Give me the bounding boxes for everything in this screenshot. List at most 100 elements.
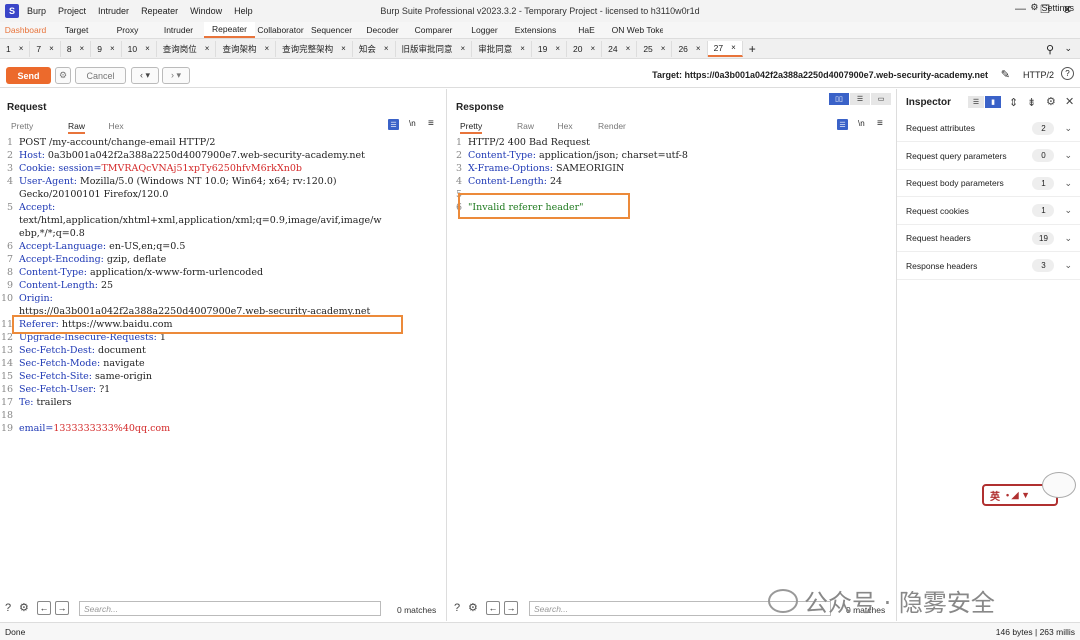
- pane-divider[interactable]: [446, 89, 447, 621]
- menu-burp[interactable]: Burp: [27, 6, 46, 16]
- tab-dashboard[interactable]: Dashboard: [0, 22, 51, 38]
- help-icon[interactable]: ?: [1061, 67, 1074, 80]
- request-prev-match-icon[interactable]: ←: [37, 601, 51, 615]
- response-view-render[interactable]: Render: [598, 121, 626, 131]
- request-next-match-icon[interactable]: →: [55, 601, 69, 615]
- http-version-label[interactable]: HTTP/2: [1023, 70, 1054, 80]
- search-icon[interactable]: ⚲: [1046, 43, 1054, 56]
- request-newline-icon[interactable]: \n: [409, 119, 416, 128]
- repeater-tab[interactable]: 7 ×: [30, 40, 61, 57]
- tab-sequencer[interactable]: Sequencer: [306, 22, 357, 38]
- close-tab-icon[interactable]: ×: [80, 44, 85, 53]
- request-menu-icon[interactable]: ≡: [428, 118, 434, 129]
- menu-project[interactable]: Project: [58, 6, 86, 16]
- forward-history-button[interactable]: › ▾: [162, 67, 190, 84]
- repeater-tab[interactable]: 20 ×: [567, 40, 603, 57]
- response-wrap-icon[interactable]: ☰: [837, 119, 848, 130]
- chevron-down-icon[interactable]: ⌄: [1064, 43, 1072, 54]
- layout-toggle[interactable]: ▯▯ ☰ ▭: [829, 93, 891, 105]
- repeater-tab[interactable]: 25 ×: [637, 40, 673, 57]
- response-view-pretty[interactable]: Pretty: [460, 121, 483, 134]
- tab-decoder[interactable]: Decoder: [357, 22, 408, 38]
- menu-help[interactable]: Help: [234, 6, 253, 16]
- chevron-down-icon[interactable]: ⌄: [1064, 178, 1072, 189]
- repeater-tab[interactable]: 知会 ×: [353, 40, 396, 57]
- close-tab-icon[interactable]: ×: [19, 44, 24, 53]
- repeater-tab[interactable]: 1 ×: [0, 40, 31, 57]
- repeater-tab[interactable]: 26 ×: [672, 40, 708, 57]
- repeater-tab[interactable]: 9 ×: [91, 40, 122, 57]
- chevron-down-icon[interactable]: ⌄: [1064, 233, 1072, 244]
- menu-intruder[interactable]: Intruder: [98, 6, 129, 16]
- repeater-tab[interactable]: 查询岗位 ×: [157, 40, 217, 57]
- edit-target-icon[interactable]: ✎: [1001, 68, 1010, 81]
- tab-logger[interactable]: Logger: [459, 22, 510, 38]
- inspector-request-attributes[interactable]: Request attributes 2 ⌄: [897, 115, 1080, 142]
- request-view-raw[interactable]: Raw: [68, 121, 86, 134]
- response-view-hex[interactable]: Hex: [558, 121, 573, 131]
- repeater-tab[interactable]: 27 ×: [707, 40, 743, 57]
- close-tab-icon[interactable]: ×: [49, 44, 54, 53]
- inspector-layout-toggle[interactable]: ☰ ▮: [968, 96, 1001, 108]
- settings-button[interactable]: ⚙ Settings: [1030, 2, 1074, 13]
- tab-collaborator[interactable]: Collaborator: [255, 22, 306, 38]
- close-tab-icon[interactable]: ×: [264, 44, 269, 53]
- tab-json-web-tokens[interactable]: JSON Web Tokens: [612, 22, 663, 38]
- split-vertical-icon[interactable]: ☰: [850, 93, 870, 105]
- repeater-tab[interactable]: 查询架构 ×: [216, 40, 277, 57]
- close-tab-icon[interactable]: ×: [520, 44, 525, 53]
- repeater-tab[interactable]: 19 ×: [532, 40, 568, 57]
- tabs-view-icon[interactable]: ▭: [871, 93, 891, 105]
- align-icon[interactable]: ⇕: [1009, 96, 1018, 109]
- close-tab-icon[interactable]: ×: [591, 44, 596, 53]
- inspector-request-body-parameters[interactable]: Request body parameters 1 ⌄: [897, 170, 1080, 197]
- close-tab-icon[interactable]: ×: [110, 44, 115, 53]
- tab-comparer[interactable]: Comparer: [408, 22, 459, 38]
- send-settings-gear-icon[interactable]: ⚙: [55, 67, 71, 84]
- repeater-tab[interactable]: 24 ×: [602, 40, 638, 57]
- chevron-down-icon[interactable]: ⌄: [1064, 205, 1072, 216]
- request-wrap-icon[interactable]: ☰: [388, 119, 399, 130]
- close-tab-icon[interactable]: ×: [555, 44, 560, 53]
- close-tab-icon[interactable]: ×: [384, 44, 389, 53]
- inspector-request-query-parameters[interactable]: Request query parameters 0 ⌄: [897, 143, 1080, 170]
- close-tab-icon[interactable]: ×: [461, 44, 466, 53]
- list-view-icon[interactable]: ☰: [968, 96, 984, 108]
- close-tab-icon[interactable]: ×: [731, 43, 736, 52]
- cancel-button[interactable]: Cancel: [75, 67, 126, 84]
- close-tab-icon[interactable]: ×: [341, 44, 346, 53]
- response-newline-icon[interactable]: \n: [858, 119, 865, 128]
- menu-window[interactable]: Window: [190, 6, 222, 16]
- repeater-tab[interactable]: 8 ×: [61, 40, 92, 57]
- back-history-button[interactable]: ‹ ▾: [131, 67, 159, 84]
- chevron-down-icon[interactable]: ⌄: [1064, 260, 1072, 271]
- tab-extensions[interactable]: Extensions: [510, 22, 561, 38]
- tab-proxy[interactable]: Proxy: [102, 22, 153, 38]
- collapse-icon[interactable]: ⇟: [1027, 96, 1036, 109]
- minimize-icon[interactable]: —: [1015, 3, 1026, 15]
- response-menu-icon[interactable]: ≡: [877, 118, 883, 129]
- request-help-icon[interactable]: ?: [5, 602, 11, 614]
- tab-target[interactable]: Target: [51, 22, 102, 38]
- new-tab-button[interactable]: +: [743, 41, 762, 57]
- tab-repeater[interactable]: Repeater: [204, 22, 255, 38]
- request-search-gear-icon[interactable]: ⚙: [19, 601, 29, 614]
- panel-view-icon[interactable]: ▮: [985, 96, 1001, 108]
- repeater-tab[interactable]: 10 ×: [122, 40, 157, 57]
- response-search-gear-icon[interactable]: ⚙: [468, 601, 478, 614]
- chevron-down-icon[interactable]: ⌄: [1064, 150, 1072, 161]
- repeater-tab[interactable]: 查询完整架构 ×: [276, 40, 353, 57]
- request-view-hex[interactable]: Hex: [109, 121, 124, 131]
- tab-intruder[interactable]: Intruder: [153, 22, 204, 38]
- response-help-icon[interactable]: ?: [454, 602, 460, 614]
- close-tab-icon[interactable]: ×: [626, 44, 631, 53]
- response-prev-match-icon[interactable]: ←: [486, 601, 500, 615]
- chevron-down-icon[interactable]: ⌄: [1064, 123, 1072, 134]
- repeater-tab[interactable]: 旧版审批同意 ×: [396, 40, 473, 57]
- send-button[interactable]: Send: [6, 67, 51, 84]
- inspector-close-icon[interactable]: ✕: [1065, 95, 1074, 108]
- request-search-input[interactable]: Search...: [79, 601, 381, 616]
- tab-hae[interactable]: HaE: [561, 22, 612, 38]
- close-tab-icon[interactable]: ×: [661, 44, 666, 53]
- menu-repeater[interactable]: Repeater: [141, 6, 178, 16]
